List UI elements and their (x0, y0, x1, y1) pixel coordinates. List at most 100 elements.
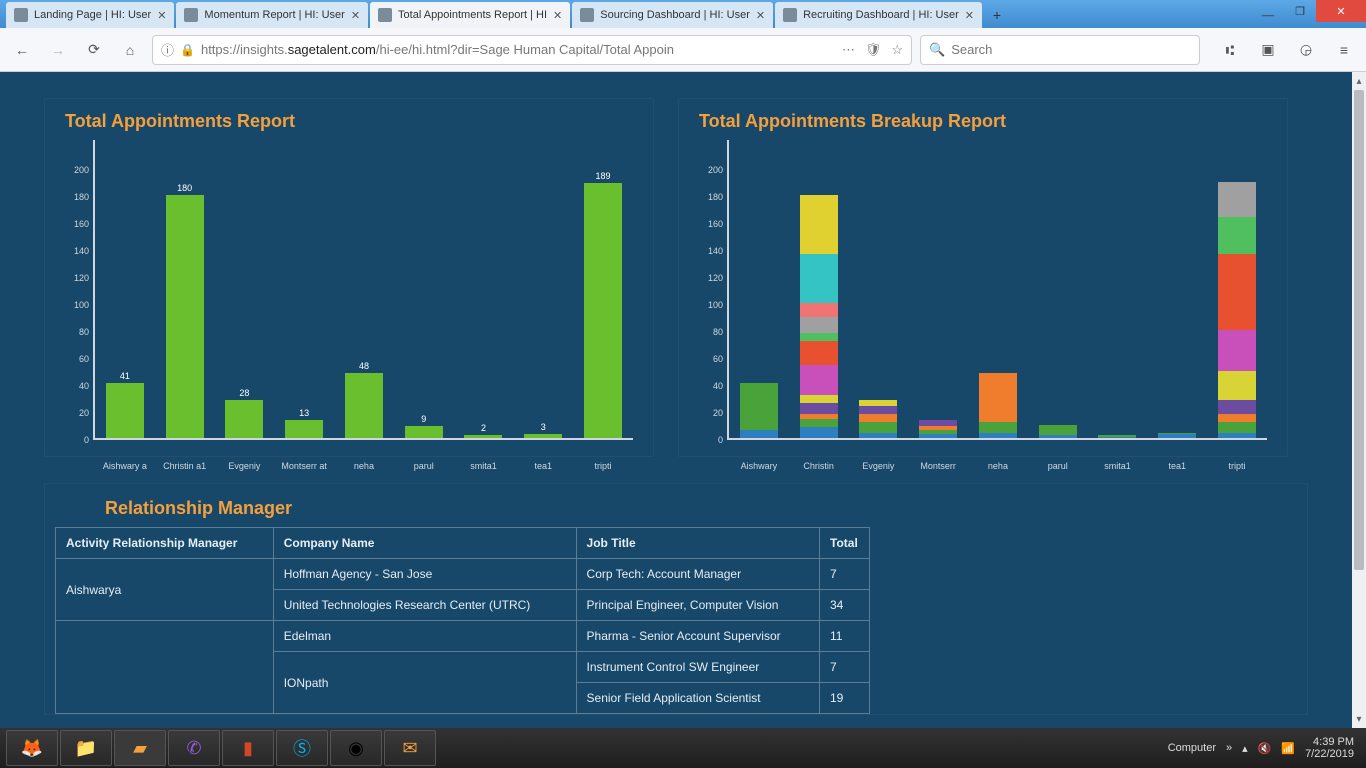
x-tick: smita1 (1091, 462, 1145, 472)
y-tick: 120 (74, 273, 89, 283)
taskbar-outlook-icon[interactable]: ✉ (384, 730, 436, 766)
taskbar-firefox-icon[interactable]: 🦊 (6, 730, 58, 766)
scroll-thumb[interactable] (1354, 90, 1364, 570)
stacked-bar[interactable] (792, 195, 846, 438)
star-icon[interactable]: ☆ (891, 42, 903, 58)
network-icon[interactable]: 📶 (1281, 742, 1295, 755)
y-tick: 140 (74, 246, 89, 256)
bar[interactable]: 41 (98, 371, 152, 438)
tray-up-icon[interactable]: ▴ (1242, 742, 1248, 755)
more-icon[interactable]: ⋯ (842, 42, 855, 58)
cell-total: 19 (820, 683, 870, 714)
table-header: Total (820, 528, 870, 559)
favicon-icon (184, 8, 198, 22)
new-tab-button[interactable]: + (984, 2, 1010, 28)
chart-plot: 41180281348923189 Aishwary aChristin a1E… (93, 140, 633, 440)
table-header: Activity Relationship Manager (56, 528, 274, 559)
back-button[interactable]: ← (8, 36, 36, 64)
chart-yaxis: 020406080100120140160180200 (699, 140, 727, 440)
taskbar-label[interactable]: Computer (1168, 742, 1216, 754)
vertical-scrollbar[interactable]: ▴ ▾ (1352, 72, 1366, 728)
volume-icon[interactable]: 🔇 (1258, 742, 1272, 755)
table-title: Relationship Manager (105, 498, 1307, 519)
bar-value-label: 2 (481, 423, 486, 433)
stacked-bar[interactable] (732, 383, 786, 438)
bar[interactable]: 3 (516, 422, 570, 438)
window-titlebar: Landing Page | HI: User✕Momentum Report … (0, 0, 1366, 28)
scroll-down-arrow[interactable]: ▾ (1352, 710, 1366, 728)
table-row: EdelmanPharma - Senior Account Superviso… (56, 621, 870, 652)
search-bar[interactable]: 🔍 Search (920, 35, 1200, 65)
chart-panel-total: Total Appointments Report 02040608010012… (44, 98, 654, 457)
bar[interactable]: 9 (397, 414, 451, 438)
minimize-button[interactable]: __ (1252, 0, 1284, 22)
bar[interactable]: 13 (277, 408, 331, 438)
stacked-bar[interactable] (971, 373, 1025, 438)
bar[interactable]: 180 (158, 183, 212, 438)
cell-total: 34 (820, 590, 870, 621)
stacked-bar[interactable] (1031, 425, 1085, 438)
bar[interactable]: 48 (337, 361, 391, 438)
reload-button[interactable]: ⟳ (80, 36, 108, 64)
url-bar[interactable]: ⓘ 🔒 https://insights. sagetalent.com /hi… (152, 35, 912, 65)
clock-date: 7/22/2019 (1305, 748, 1354, 760)
stacked-bar[interactable] (1091, 435, 1145, 438)
bar[interactable]: 2 (457, 423, 511, 438)
stacked-bar[interactable] (1210, 182, 1264, 438)
shield-icon[interactable]: 🛡 (865, 42, 882, 58)
sidebar-icon[interactable]: ▣ (1254, 36, 1282, 64)
y-tick: 0 (718, 435, 723, 445)
x-tick: neha (337, 462, 391, 472)
tab-close-icon[interactable]: ✕ (756, 9, 765, 22)
bar-value-label: 28 (239, 388, 249, 398)
close-button[interactable]: ✕ (1316, 0, 1366, 22)
bar[interactable]: 189 (576, 171, 630, 438)
library-icon[interactable]: ⑆ (1216, 36, 1244, 64)
browser-tab[interactable]: Recruiting Dashboard | HI: User✕ (775, 2, 982, 28)
relationship-table: Activity Relationship ManagerCompany Nam… (55, 527, 870, 714)
browser-tab[interactable]: Momentum Report | HI: User✕ (176, 2, 368, 28)
tab-close-icon[interactable]: ✕ (157, 9, 166, 22)
taskbar-clock[interactable]: 4:39 PM 7/22/2019 (1305, 736, 1360, 760)
x-tick: tripti (1210, 462, 1264, 472)
info-icon[interactable]: ⓘ (161, 40, 174, 59)
y-tick: 140 (708, 246, 723, 256)
forward-button[interactable]: → (44, 36, 72, 64)
taskbar-viber-icon[interactable]: ✆ (168, 730, 220, 766)
x-tick: Montserr (911, 462, 965, 472)
addon-icon[interactable]: ◶ (1292, 36, 1320, 64)
taskbar-explorer-icon[interactable]: 📁 (60, 730, 112, 766)
cell-job: Pharma - Senior Account Supervisor (576, 621, 819, 652)
stacked-bar[interactable] (911, 420, 965, 438)
window-controls: __ ❐ ✕ (1252, 0, 1366, 22)
taskbar-sublime-icon[interactable]: ▰ (114, 730, 166, 766)
browser-tab[interactable]: Landing Page | HI: User✕ (6, 2, 174, 28)
favicon-icon (580, 8, 594, 22)
stacked-bar[interactable] (1150, 433, 1204, 438)
maximize-button[interactable]: ❐ (1284, 0, 1316, 22)
x-tick: Christin a1 (158, 462, 212, 472)
browser-tab[interactable]: Sourcing Dashboard | HI: User✕ (572, 2, 773, 28)
taskbar-chrome-icon[interactable]: ◉ (330, 730, 382, 766)
lock-icon: 🔒 (180, 43, 195, 57)
y-tick: 100 (74, 300, 89, 310)
stacked-bar[interactable] (852, 400, 906, 438)
bar[interactable]: 28 (218, 388, 272, 438)
cell-total: 11 (820, 621, 870, 652)
x-tick: smita1 (457, 462, 511, 472)
scroll-up-arrow[interactable]: ▴ (1352, 72, 1366, 90)
clock-time: 4:39 PM (1305, 736, 1354, 748)
cell-total: 7 (820, 559, 870, 590)
home-button[interactable]: ⌂ (116, 36, 144, 64)
taskbar-powerpoint-icon[interactable]: ▮ (222, 730, 274, 766)
browser-tab[interactable]: Total Appointments Report | HI✕ (370, 2, 570, 28)
menu-icon[interactable]: ≡ (1330, 36, 1358, 64)
tab-close-icon[interactable]: ✕ (965, 9, 974, 22)
cell-job: Senior Field Application Scientist (576, 683, 819, 714)
tab-close-icon[interactable]: ✕ (553, 9, 562, 22)
taskbar-skype-icon[interactable]: Ⓢ (276, 730, 328, 766)
chevron-icon[interactable]: » (1226, 742, 1232, 754)
url-text-host: sagetalent.com (288, 42, 376, 57)
tab-close-icon[interactable]: ✕ (351, 9, 360, 22)
chart-panel-breakup: Total Appointments Breakup Report 020406… (678, 98, 1288, 457)
